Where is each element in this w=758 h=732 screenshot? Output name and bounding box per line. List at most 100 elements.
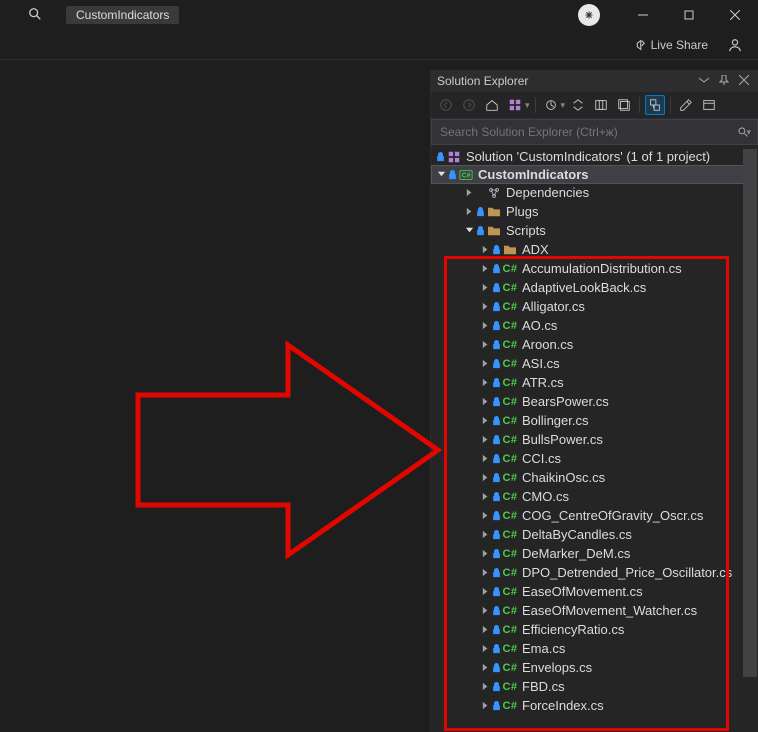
lock-icon (492, 644, 501, 654)
file-node[interactable]: C#ForceIndex.cs (431, 696, 758, 715)
home-button[interactable] (482, 95, 502, 115)
feedback-button[interactable] (722, 36, 748, 54)
file-node[interactable]: C#Ema.cs (431, 639, 758, 658)
separator (670, 97, 671, 113)
collapse-arrow-icon[interactable] (479, 416, 491, 425)
file-label: Aroon.cs (522, 337, 573, 352)
dependencies-node[interactable]: Dependencies (431, 183, 758, 202)
collapse-arrow-icon[interactable] (479, 473, 491, 482)
file-node[interactable]: C#Aroon.cs (431, 335, 758, 354)
pending-changes-filter-button[interactable] (541, 95, 561, 115)
collapse-arrow-icon[interactable] (479, 302, 491, 311)
collapse-arrow-icon[interactable] (479, 511, 491, 520)
close-panel-icon[interactable] (736, 73, 752, 89)
panel-header[interactable]: Solution Explorer (431, 70, 758, 92)
collapse-arrow-icon[interactable] (479, 454, 491, 463)
file-node[interactable]: C#FBD.cs (431, 677, 758, 696)
collapse-arrow-icon[interactable] (479, 378, 491, 387)
chevron-down-icon[interactable]: ▾ (525, 100, 530, 111)
quick-launch-search[interactable] (20, 7, 50, 24)
collapse-arrow-icon[interactable] (479, 359, 491, 368)
collapse-arrow-icon[interactable] (479, 245, 491, 254)
refresh-button[interactable] (591, 95, 611, 115)
collapse-arrow-icon[interactable] (463, 207, 475, 216)
folder-label: Scripts (506, 223, 546, 238)
switch-views-button[interactable] (505, 95, 525, 115)
search-go-button[interactable]: ▾ (731, 123, 757, 141)
lock-icon (492, 625, 501, 635)
lock-icon (492, 283, 501, 293)
avatar[interactable] (578, 4, 600, 26)
file-node[interactable]: C#EaseOfMovement_Watcher.cs (431, 601, 758, 620)
file-node[interactable]: C#DeltaByCandles.cs (431, 525, 758, 544)
collapse-arrow-icon[interactable] (479, 644, 491, 653)
startup-project-pill[interactable]: CustomIndicators (66, 6, 179, 24)
minimize-button[interactable] (620, 0, 666, 30)
show-all-files-button[interactable] (645, 95, 665, 115)
lock-icon (492, 530, 501, 540)
file-node[interactable]: C#ATR.cs (431, 373, 758, 392)
lock-icon (492, 606, 501, 616)
file-node[interactable]: C#BullsPower.cs (431, 430, 758, 449)
collapse-arrow-icon[interactable] (479, 625, 491, 634)
file-node[interactable]: C#Alligator.cs (431, 297, 758, 316)
collapse-arrow-icon[interactable] (479, 663, 491, 672)
file-node[interactable]: C#COG_CentreOfGravity_Oscr.cs (431, 506, 758, 525)
sync-button[interactable] (568, 95, 588, 115)
collapse-arrow-icon[interactable] (479, 283, 491, 292)
file-node[interactable]: C#Envelops.cs (431, 658, 758, 677)
collapse-arrow-icon[interactable] (479, 682, 491, 691)
collapse-arrow-icon[interactable] (479, 701, 491, 710)
folder-scripts[interactable]: Scripts (431, 221, 758, 240)
file-node[interactable]: C#Bollinger.cs (431, 411, 758, 430)
collapse-arrow-icon[interactable] (479, 435, 491, 444)
vertical-scrollbar[interactable] (743, 145, 757, 732)
collapse-arrow-icon[interactable] (479, 606, 491, 615)
file-node[interactable]: C#CMO.cs (431, 487, 758, 506)
collapse-all-button[interactable] (614, 95, 634, 115)
properties-button[interactable] (676, 95, 696, 115)
file-node[interactable]: C#DeMarker_DeM.cs (431, 544, 758, 563)
window-position-icon[interactable] (696, 73, 712, 89)
panel-search[interactable]: ▾ (431, 119, 758, 145)
maximize-button[interactable] (666, 0, 712, 30)
collapse-arrow-icon[interactable] (479, 321, 491, 330)
collapse-arrow-icon[interactable] (463, 188, 475, 197)
file-node[interactable]: C#DPO_Detrended_Price_Oscillator.cs (431, 563, 758, 582)
collapse-arrow-icon[interactable] (479, 530, 491, 539)
file-node[interactable]: C#EaseOfMovement.cs (431, 582, 758, 601)
separator (535, 97, 536, 113)
collapse-arrow-icon[interactable] (479, 264, 491, 273)
file-node[interactable]: C#AO.cs (431, 316, 758, 335)
file-node[interactable]: C#AccumulationDistribution.cs (431, 259, 758, 278)
close-button[interactable] (712, 0, 758, 30)
preview-button[interactable] (699, 95, 719, 115)
csharp-file-icon: C# (501, 643, 519, 655)
folder-plugs[interactable]: Plugs (431, 202, 758, 221)
collapse-arrow-icon[interactable] (479, 492, 491, 501)
collapse-arrow-icon[interactable] (479, 397, 491, 406)
file-node[interactable]: C#ChaikinOsc.cs (431, 468, 758, 487)
back-button[interactable] (436, 95, 456, 115)
live-share-button[interactable]: Live Share (626, 36, 714, 54)
folder-adx[interactable]: ADX (431, 240, 758, 259)
csharp-file-icon: C# (501, 605, 519, 617)
file-node[interactable]: C#BearsPower.cs (431, 392, 758, 411)
file-node[interactable]: C#AdaptiveLookBack.cs (431, 278, 758, 297)
expand-arrow-icon[interactable] (463, 226, 475, 235)
chevron-down-icon[interactable]: ▾ (561, 100, 566, 111)
expand-arrow-icon[interactable] (435, 170, 447, 179)
file-node[interactable]: C#ASI.cs (431, 354, 758, 373)
collapse-arrow-icon[interactable] (479, 568, 491, 577)
search-input[interactable] (432, 120, 731, 144)
tree-view[interactable]: Solution 'CustomIndicators' (1 of 1 proj… (431, 145, 758, 732)
file-node[interactable]: C#CCI.cs (431, 449, 758, 468)
project-node[interactable]: C# CustomIndicators (431, 165, 748, 184)
collapse-arrow-icon[interactable] (479, 587, 491, 596)
collapse-arrow-icon[interactable] (479, 340, 491, 349)
collapse-arrow-icon[interactable] (479, 549, 491, 558)
pin-icon[interactable] (716, 73, 732, 89)
file-node[interactable]: C#EfficiencyRatio.cs (431, 620, 758, 639)
forward-button[interactable] (459, 95, 479, 115)
solution-node[interactable]: Solution 'CustomIndicators' (1 of 1 proj… (431, 147, 758, 166)
